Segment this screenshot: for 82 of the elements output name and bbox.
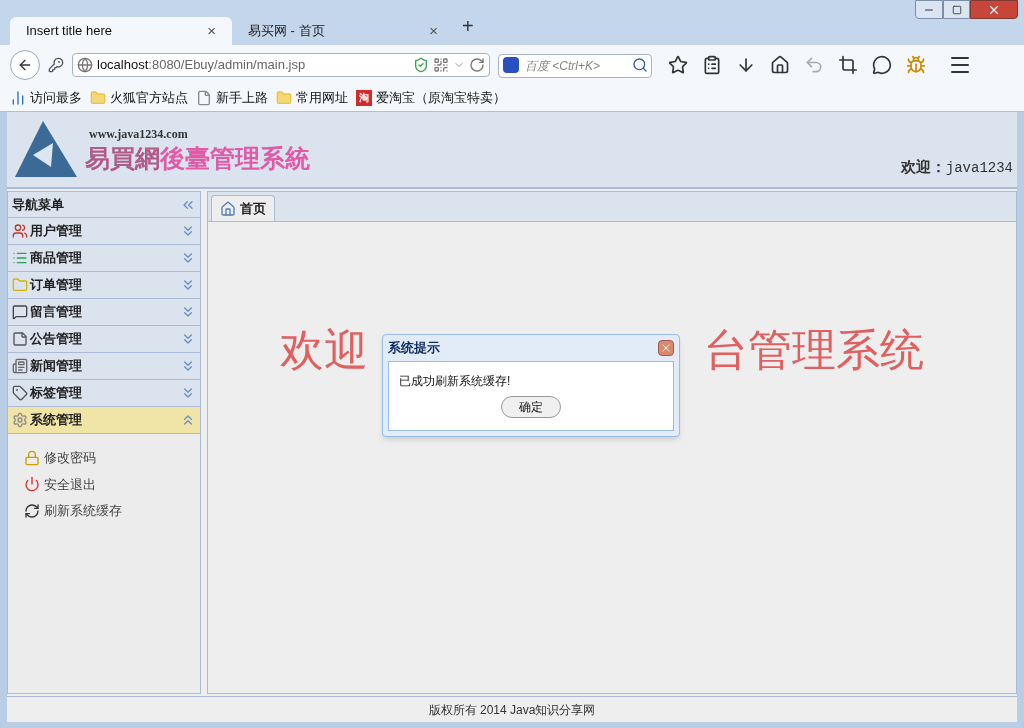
close-button[interactable] bbox=[658, 340, 674, 356]
newspaper-icon bbox=[12, 358, 28, 374]
close-window-button[interactable] bbox=[970, 0, 1018, 19]
home-icon bbox=[220, 200, 236, 217]
ok-button[interactable]: 确定 bbox=[501, 396, 561, 418]
nav-link[interactable]: 刷新系统缓存 bbox=[24, 501, 200, 521]
crop-icon[interactable] bbox=[838, 55, 858, 75]
welcome-banner-text: 欢迎 bbox=[280, 323, 368, 377]
section-label: 用户管理 bbox=[30, 222, 82, 241]
key-icon bbox=[48, 57, 64, 73]
section-label: 公告管理 bbox=[30, 330, 82, 349]
back-button[interactable] bbox=[10, 50, 40, 80]
bookmark-badge: 淘 bbox=[356, 90, 372, 106]
nav-section-header[interactable]: 公告管理 bbox=[8, 326, 200, 353]
tab-title: Insert title here bbox=[26, 22, 112, 41]
folder-icon bbox=[276, 90, 292, 106]
list-icon bbox=[12, 250, 28, 266]
nav-section-header[interactable]: 新闻管理 bbox=[8, 353, 200, 380]
star-icon[interactable] bbox=[668, 55, 688, 75]
url-text: localhost:8080/Ebuy/admin/main.jsp bbox=[97, 56, 307, 75]
shield-icon bbox=[413, 57, 429, 73]
section-label: 标签管理 bbox=[30, 384, 82, 403]
section-label: 订单管理 bbox=[30, 276, 82, 295]
bookmark-item[interactable]: 新手上路 bbox=[196, 88, 268, 108]
nav-section-header[interactable]: 订单管理 bbox=[8, 272, 200, 299]
new-tab-button[interactable]: + bbox=[462, 11, 474, 41]
bookmark-item[interactable]: 火狐官方站点 bbox=[90, 88, 188, 108]
browser-tab[interactable]: 易买网 - 首页 × bbox=[232, 17, 454, 45]
maximize-icon bbox=[951, 4, 962, 15]
reload-icon[interactable] bbox=[469, 57, 485, 73]
close-button[interactable]: × bbox=[207, 19, 216, 43]
close-icon bbox=[660, 342, 672, 354]
section-label: 留言管理 bbox=[30, 303, 82, 322]
maximize-button[interactable] bbox=[943, 0, 970, 19]
bug-icon[interactable] bbox=[906, 55, 926, 75]
section-label: 系统管理 bbox=[30, 411, 82, 430]
close-button[interactable]: × bbox=[429, 19, 438, 43]
section-label: 商品管理 bbox=[30, 249, 82, 268]
section-label: 新闻管理 bbox=[30, 357, 82, 376]
address-bar[interactable]: localhost:8080/Ebuy/admin/main.jsp bbox=[72, 53, 490, 77]
home-icon[interactable] bbox=[770, 55, 790, 75]
footer-text: 版权所有 2014 Java知识分享网 bbox=[428, 701, 596, 719]
page-tab[interactable]: 首页 bbox=[211, 195, 275, 221]
lock-icon bbox=[24, 449, 40, 466]
chart-icon bbox=[10, 90, 26, 106]
bookmark-item[interactable]: 访问最多 bbox=[10, 88, 82, 108]
folder-icon bbox=[12, 277, 28, 293]
triangle-logo-icon bbox=[15, 121, 77, 179]
folder-icon bbox=[90, 90, 106, 106]
qr-code-icon bbox=[433, 57, 449, 73]
browser-tab[interactable]: Insert title here × bbox=[10, 17, 232, 45]
dialog-message: 已成功刷新系统缓存! bbox=[399, 373, 512, 390]
globe-icon bbox=[77, 57, 93, 73]
bookmark-item[interactable]: 淘 爱淘宝（原淘宝特卖） bbox=[356, 88, 506, 108]
chat-icon[interactable] bbox=[872, 55, 892, 75]
site-url: www.java1234.com bbox=[89, 126, 189, 143]
power-icon bbox=[24, 476, 40, 493]
minimize-button[interactable] bbox=[915, 0, 943, 19]
settings-icon bbox=[12, 412, 28, 428]
nav-section-header[interactable]: 系统管理 bbox=[8, 407, 200, 434]
nav-link[interactable]: 安全退出 bbox=[24, 474, 200, 494]
logo-title: 易買網後臺管理系統 bbox=[85, 143, 310, 173]
note-icon bbox=[12, 331, 28, 347]
nav-link[interactable]: 修改密码 bbox=[24, 448, 200, 468]
tab-title: 易买网 - 首页 bbox=[248, 22, 325, 41]
page-icon bbox=[196, 90, 212, 106]
welcome-user: 欢迎：java1234 bbox=[900, 157, 1013, 178]
clipboard-icon[interactable] bbox=[702, 55, 722, 75]
panel-title: 导航菜单 bbox=[12, 195, 64, 214]
dialog-title: 系统提示 bbox=[388, 339, 440, 358]
tag-icon bbox=[12, 385, 28, 401]
nav-section-header[interactable]: 用户管理 bbox=[8, 218, 200, 245]
search-field[interactable]: 百度 <Ctrl+K> bbox=[498, 54, 652, 78]
refresh-icon bbox=[24, 502, 40, 519]
bookmark-item[interactable]: 常用网址 bbox=[276, 88, 348, 108]
users-icon bbox=[12, 223, 28, 239]
search-icon[interactable] bbox=[632, 57, 648, 73]
nav-section-header[interactable]: 留言管理 bbox=[8, 299, 200, 326]
nav-section-header[interactable]: 标签管理 bbox=[8, 380, 200, 407]
nav-section-header[interactable]: 商品管理 bbox=[8, 245, 200, 272]
welcome-banner-text: 台管理系统 bbox=[704, 323, 924, 377]
speech-bubble-icon bbox=[12, 304, 28, 320]
